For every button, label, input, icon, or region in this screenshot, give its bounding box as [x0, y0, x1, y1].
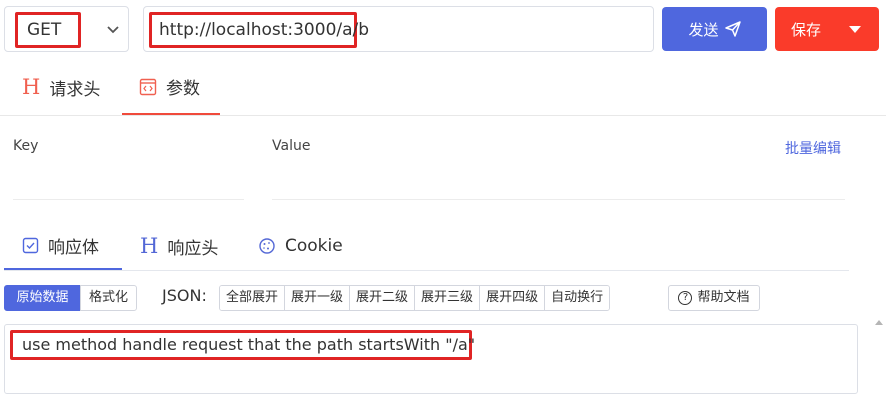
params-key-header: Key [13, 138, 39, 154]
tab-response-headers[interactable]: H 响应头 [140, 222, 218, 270]
cookie-icon [259, 238, 275, 254]
word-wrap-button[interactable]: 自动换行 [544, 286, 610, 310]
params-value-header: Value [272, 138, 311, 154]
code-doc-icon [139, 78, 157, 95]
chevron-down-icon [107, 26, 119, 34]
tab-label: 响应体 [48, 237, 99, 258]
h-icon: H [22, 75, 41, 99]
send-label: 发送 [688, 20, 719, 39]
tab-label: 请求头 [49, 80, 101, 100]
tab-cookie[interactable]: Cookie [258, 222, 343, 270]
h-icon: H [140, 233, 159, 258]
value-input-underline[interactable] [272, 199, 845, 200]
scrollbar[interactable] [872, 318, 886, 382]
key-input-underline[interactable] [13, 199, 244, 200]
tab-request-headers[interactable]: H 请求头 [22, 60, 100, 115]
json-label: JSON: [162, 286, 207, 305]
url-value: http://localhost:3000/a/b [149, 12, 369, 48]
send-button[interactable]: 发送 [662, 7, 767, 51]
format-button[interactable]: 格式化 [80, 285, 137, 311]
save-button[interactable]: 保存 [775, 7, 879, 51]
method-select[interactable]: GET [4, 6, 129, 52]
question-circle-icon: ? [678, 291, 693, 305]
tab-label: Cookie [285, 236, 343, 256]
paper-plane-icon [724, 21, 741, 37]
tab-params[interactable]: 参数 [122, 60, 220, 115]
help-label: 帮助文档 [697, 290, 750, 305]
caret-down-icon[interactable] [849, 26, 861, 33]
scroll-up-arrow-icon[interactable] [875, 320, 883, 325]
url-input[interactable]: http://localhost:3000/a/b [143, 6, 654, 52]
expand-level-3-button[interactable]: 展开三级 [414, 286, 480, 310]
request-tabs: H 请求头 参数 [0, 60, 886, 116]
method-value: GET [15, 12, 81, 48]
response-body-text: use method handle request that the path … [10, 330, 475, 360]
help-docs-button[interactable]: ? 帮助文档 [668, 285, 760, 311]
save-label: 保存 [791, 21, 822, 39]
expand-button-group: 全部展开 展开一级 展开二级 展开三级 展开四级 自动换行 [219, 285, 611, 311]
response-body-area[interactable]: use method handle request that the path … [4, 324, 858, 394]
response-tabs: 响应体 H 响应头 Cookie [4, 222, 849, 271]
expand-level-2-button[interactable]: 展开二级 [349, 286, 415, 310]
checkbox-icon [22, 237, 39, 253]
tab-response-body[interactable]: 响应体 [4, 222, 122, 270]
raw-data-button[interactable]: 原始数据 [4, 285, 81, 311]
expand-level-1-button[interactable]: 展开一级 [284, 286, 350, 310]
bulk-edit-link[interactable]: 批量编辑 [785, 138, 841, 158]
expand-all-button[interactable]: 全部展开 [220, 286, 285, 310]
expand-level-4-button[interactable]: 展开四级 [479, 286, 545, 310]
tab-label: 响应头 [167, 238, 219, 259]
tab-label: 参数 [166, 79, 200, 99]
